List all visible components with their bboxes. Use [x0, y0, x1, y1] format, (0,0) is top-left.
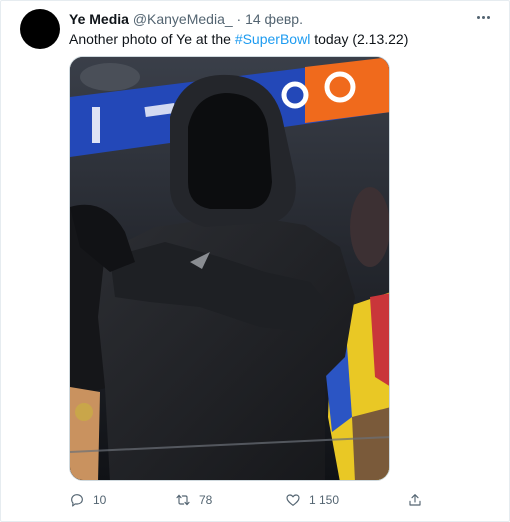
more-icon-dot	[486, 15, 490, 19]
tweet-text: Another photo of Ye at the #SuperBowl to…	[69, 30, 408, 48]
tweet-card: Ye Media @KanyeMedia_ · 14 февр. Another…	[0, 0, 510, 522]
tweet-actions: 10 78 1 150	[69, 489, 439, 511]
tweet-header: Ye Media @KanyeMedia_ · 14 февр.	[69, 10, 303, 28]
share-icon	[409, 494, 421, 506]
more-icon-dot	[481, 15, 485, 19]
avatar[interactable]	[20, 9, 60, 49]
separator-dot: ·	[236, 11, 242, 27]
retweet-button[interactable]: 78	[175, 489, 212, 511]
retweet-icon	[176, 494, 190, 506]
more-options-button[interactable]	[473, 7, 493, 27]
like-count: 1 150	[309, 493, 340, 507]
heart-icon	[286, 494, 300, 506]
photo-illustration	[70, 57, 389, 480]
tweet-text-part: today (2.13.22)	[310, 31, 409, 47]
like-button[interactable]: 1 150	[285, 489, 339, 511]
tweet-date[interactable]: 14 февр.	[245, 11, 303, 27]
retweet-count: 78	[199, 493, 213, 507]
reply-button[interactable]: 10	[69, 489, 106, 511]
tweet-photo[interactable]	[69, 56, 390, 481]
display-name[interactable]: Ye Media	[69, 11, 129, 27]
reply-count: 10	[93, 493, 107, 507]
reply-icon	[71, 494, 83, 507]
more-icon-dot	[476, 15, 480, 19]
hashtag-link[interactable]: #SuperBowl	[235, 31, 311, 47]
tweet-text-part: Another photo of Ye at the	[69, 31, 235, 47]
share-button[interactable]	[407, 489, 423, 511]
user-handle[interactable]: @KanyeMedia_	[133, 11, 233, 27]
